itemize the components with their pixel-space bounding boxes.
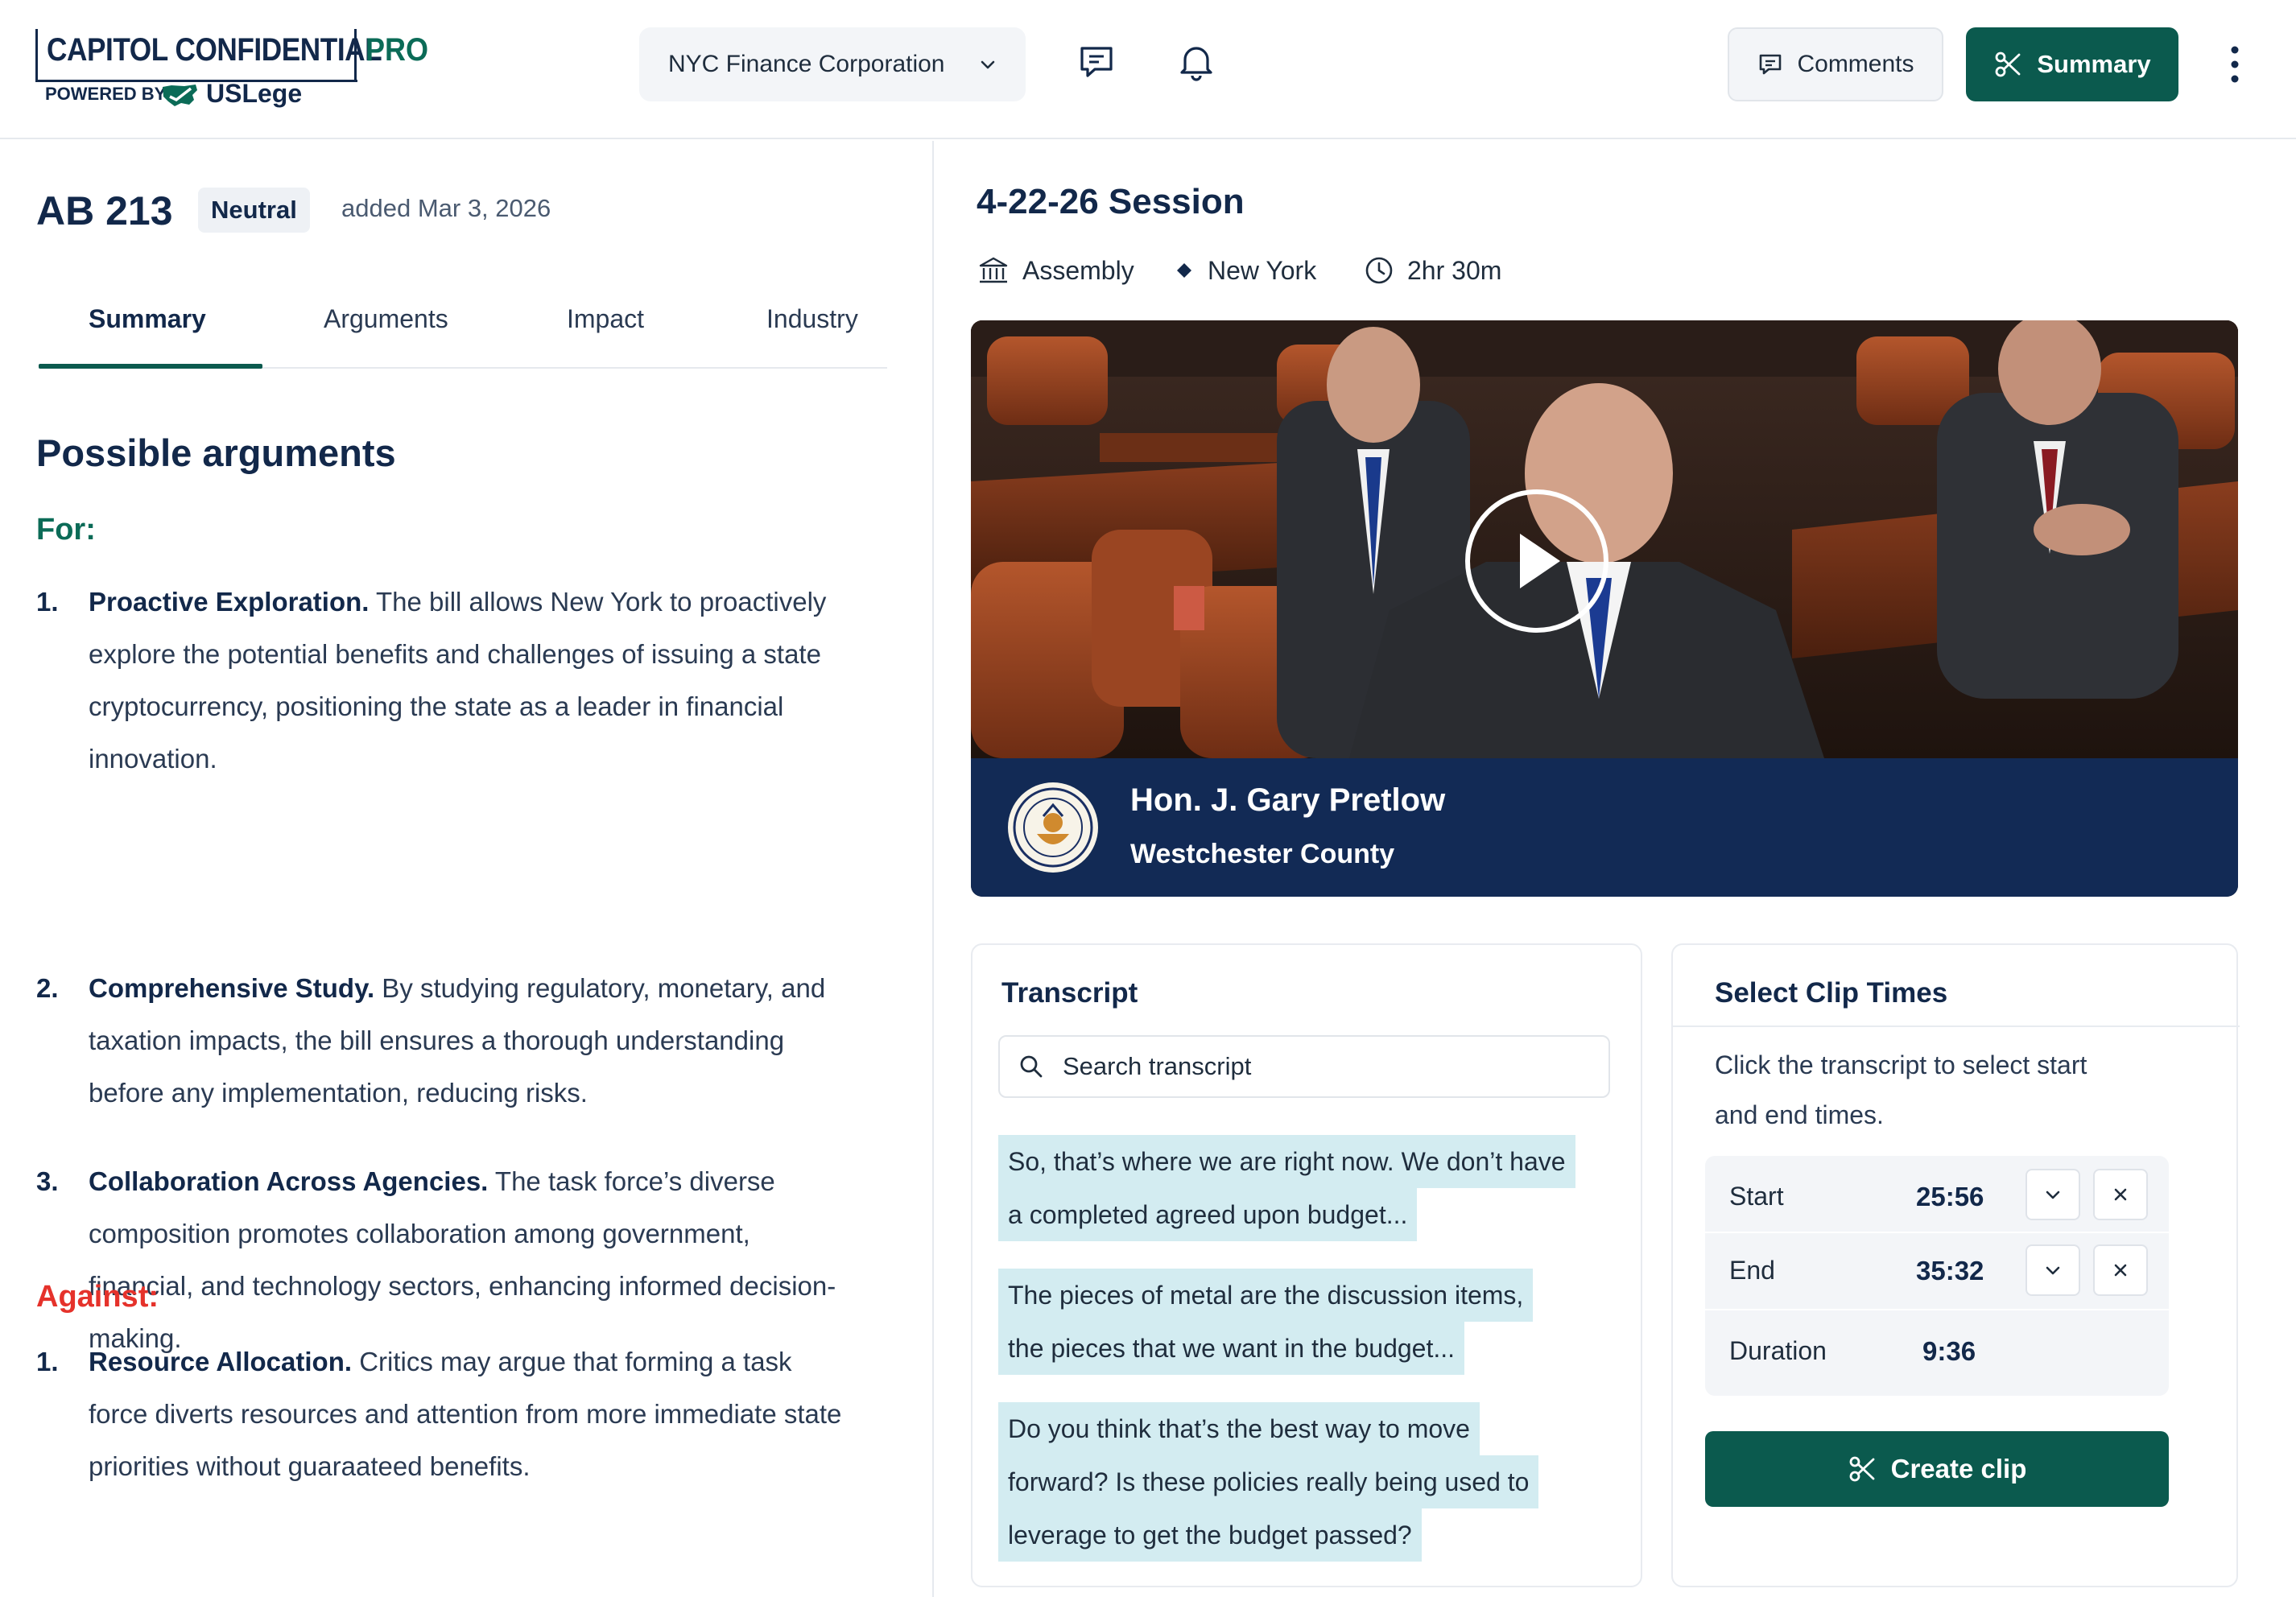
tab-impact[interactable]: Impact — [567, 298, 644, 369]
comments-button-label: Comments — [1797, 51, 1914, 77]
session-state: New York — [1174, 251, 1316, 290]
duration-label: 2hr 30m — [1407, 255, 1502, 285]
logo-pro: PRO — [365, 32, 429, 68]
state-seal-icon — [1008, 782, 1098, 873]
for-argument: 3. Collaboration Across Agencies. The ta… — [36, 1155, 849, 1364]
search-placeholder: Search transcript — [1063, 1052, 1252, 1080]
transcript-line[interactable]: a completed agreed upon budget... — [998, 1188, 1418, 1241]
tab-industry[interactable]: Industry — [766, 298, 858, 369]
clip-description: Click the transcript to select start and… — [1715, 1050, 2087, 1129]
duration-value: 9:36 — [1922, 1336, 1976, 1366]
added-date: added Mar 3, 2026 — [341, 194, 551, 222]
app-header: CAPITOL CONFIDENTIAL PRO POWERED BY USLe… — [0, 0, 2296, 139]
clip-times-card: Select Clip Times Click the transcript t… — [1671, 943, 2240, 1587]
summary-button-label: Summary — [2037, 50, 2151, 78]
speaker-name: Hon. J. Gary Pretlow — [1130, 782, 1446, 818]
start-label: Start — [1729, 1182, 1784, 1211]
video-player[interactable]: Hon. J. Gary Pretlow Westchester County — [971, 320, 2238, 897]
capitol-confidential-logo[interactable]: CAPITOL CONFIDENTIAL PRO POWERED BY USLe… — [35, 29, 428, 118]
against-label: Against: — [36, 1280, 159, 1314]
end-value[interactable]: 35:32 — [1916, 1256, 1984, 1286]
summary-button[interactable]: Summary — [1966, 27, 2178, 101]
bell-icon[interactable] — [1174, 39, 1219, 84]
play-button[interactable] — [1465, 489, 1608, 633]
organization-select[interactable]: NYC Finance Corporation — [639, 27, 1026, 101]
create-clip-label: Create clip — [1890, 1454, 2027, 1484]
against-argument: 1. Resource Allocation. Critics may argu… — [36, 1335, 849, 1492]
stance-badge: Neutral — [198, 188, 310, 233]
transcript-title: Transcript — [1001, 977, 1138, 1009]
session-title: 4-22-26 Session — [977, 182, 1245, 221]
chevron-down-icon — [2046, 1266, 2060, 1275]
argument-title: Resource Allocation. — [89, 1347, 353, 1376]
search-icon — [1020, 1055, 1043, 1078]
close-icon — [2114, 1188, 2127, 1201]
transcript-line[interactable]: forward? Is these policies really being … — [998, 1455, 1539, 1508]
chamber-label: Assembly — [1022, 255, 1134, 285]
start-clear-button[interactable] — [2093, 1169, 2148, 1220]
transcript-line[interactable]: Do you think that’s the best way to move — [998, 1402, 1480, 1455]
argument-title: Collaboration Across Agencies. — [89, 1166, 489, 1196]
for-label: For: — [36, 513, 96, 547]
start-dropdown-button[interactable] — [2026, 1169, 2080, 1220]
clip-end-row: End 35:32 — [1705, 1233, 2169, 1310]
speaker-county: Westchester County — [1130, 839, 1395, 869]
clip-divider — [1673, 1025, 2240, 1027]
argument-number: 2. — [36, 973, 59, 1003]
for-argument: 1. Proactive Exploration. The bill allow… — [36, 576, 849, 785]
tab-summary[interactable]: Summary — [89, 298, 206, 369]
building-icon — [979, 257, 1008, 283]
chat-icon[interactable] — [1074, 39, 1119, 84]
transcript-line[interactable]: So, that’s where we are right now. We do… — [998, 1135, 1575, 1188]
session-duration: 2hr 30m — [1364, 251, 1501, 290]
bill-tabs: Summary Arguments Impact Industry — [39, 298, 887, 369]
transcript-card: Transcript Search transcript So, that’s … — [971, 943, 1642, 1587]
speaker-banner: Hon. J. Gary Pretlow Westchester County — [971, 758, 2238, 897]
start-value[interactable]: 25:56 — [1916, 1182, 1984, 1212]
transcript-line[interactable]: the pieces that we want in the budget... — [998, 1322, 1465, 1375]
transcript-line[interactable]: The pieces of metal are the discussion i… — [998, 1269, 1534, 1322]
end-label: End — [1729, 1256, 1775, 1285]
transcript-search-input[interactable]: Search transcript — [998, 1035, 1610, 1098]
state-label: New York — [1208, 255, 1317, 285]
clip-duration-row: Duration 9:36 — [1705, 1310, 2169, 1388]
clip-times-box: Start 25:56 End 35:32 Duration 9:36 — [1705, 1156, 2169, 1396]
scissors-icon — [1849, 1456, 1875, 1482]
more-vertical-icon[interactable] — [2219, 40, 2251, 89]
logo-uslege: USLege — [206, 79, 303, 108]
argument-number: 1. — [36, 1347, 59, 1376]
argument-title: Comprehensive Study. — [89, 973, 375, 1003]
scissors-icon — [1995, 52, 2021, 77]
close-icon — [2114, 1264, 2127, 1277]
section-title: Possible arguments — [36, 431, 396, 474]
for-argument: 2. Comprehensive Study. By studying regu… — [36, 962, 849, 1119]
diamond-icon — [1177, 263, 1191, 278]
bill-panel: AB 213 Neutral added Mar 3, 2026 Summary… — [0, 141, 934, 1597]
organization-select-value: NYC Finance Corporation — [668, 51, 945, 77]
transcript-line[interactable]: leverage to get the budget passed? — [998, 1508, 1422, 1562]
comments-button[interactable]: Comments — [1728, 27, 1943, 101]
clip-title: Select Clip Times — [1715, 977, 1948, 1009]
bill-id: AB 213 — [36, 188, 173, 233]
argument-number: 3. — [36, 1166, 59, 1196]
end-dropdown-button[interactable] — [2026, 1244, 2080, 1296]
tab-arguments[interactable]: Arguments — [324, 298, 448, 369]
clip-start-row: Start 25:56 — [1705, 1156, 2169, 1233]
logo-powered-by: POWERED BY — [45, 84, 167, 104]
chevron-down-icon — [2046, 1191, 2060, 1199]
us-map-icon — [163, 85, 197, 106]
session-chamber: Assembly — [977, 251, 1134, 290]
duration-row-label: Duration — [1729, 1336, 1827, 1365]
argument-number: 1. — [36, 587, 59, 617]
argument-title: Proactive Exploration. — [89, 587, 370, 617]
create-clip-button[interactable]: Create clip — [1705, 1431, 2169, 1507]
active-tab-indicator — [39, 364, 262, 369]
logo-name: CAPITOL CONFIDENTIAL — [47, 32, 382, 68]
comment-icon — [1760, 54, 1782, 75]
play-icon — [1520, 534, 1560, 588]
end-clear-button[interactable] — [2093, 1244, 2148, 1296]
clock-icon — [1365, 257, 1393, 284]
chevron-down-icon — [981, 60, 995, 69]
